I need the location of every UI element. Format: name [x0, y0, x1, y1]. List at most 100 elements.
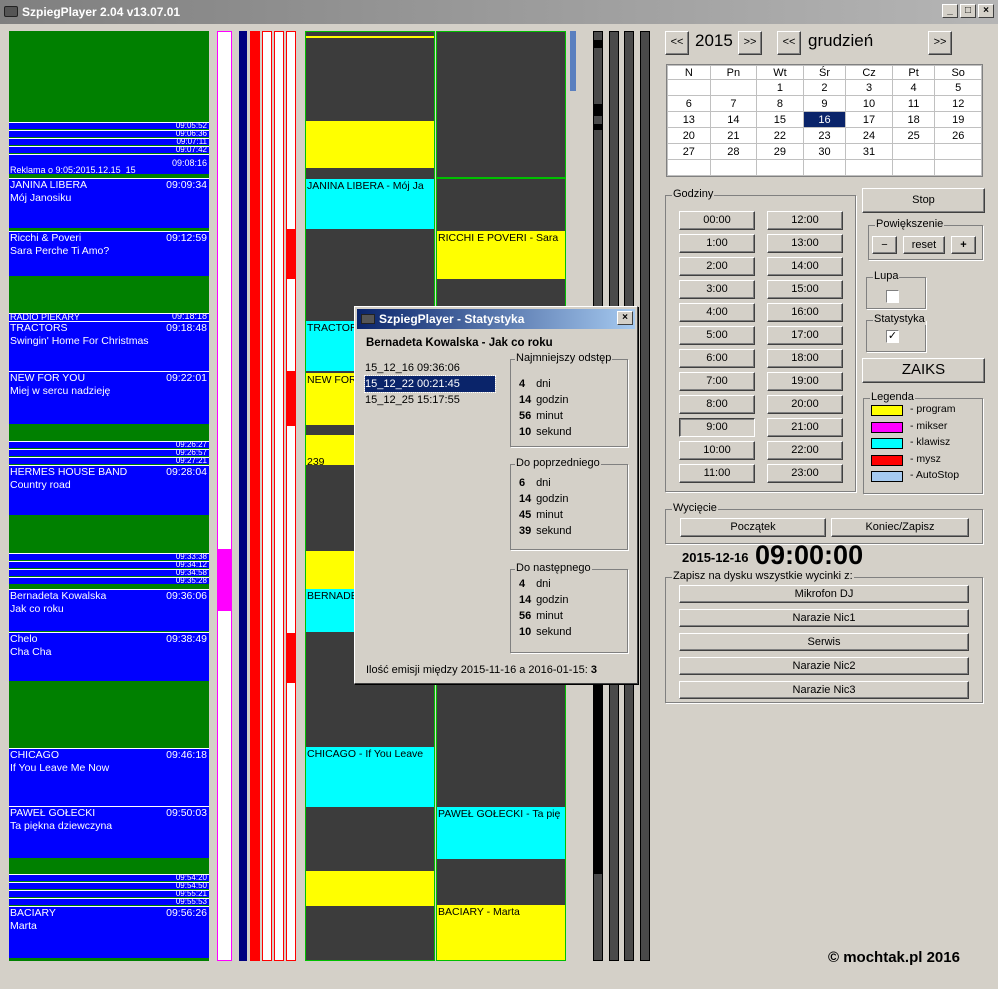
- calendar-day[interactable]: 25: [891, 127, 936, 144]
- calendar-day[interactable]: 29: [756, 143, 804, 160]
- keyboard-segment[interactable]: JANINA LIBERA - Mój Ja: [306, 179, 434, 229]
- prev-year-button[interactable]: <<: [665, 31, 689, 55]
- hour-button[interactable]: 14:00: [767, 257, 843, 276]
- statystyka-checkbox[interactable]: ✓: [886, 330, 899, 343]
- hour-button[interactable]: 8:00: [679, 395, 755, 414]
- hour-button[interactable]: 4:00: [679, 303, 755, 322]
- playlist-thin-row[interactable]: 09:34:58: [9, 569, 209, 576]
- playlist-item[interactable]: Ricchi & Poveri Sara Perche Ti Amo? 09:1…: [9, 231, 209, 276]
- playlist-item[interactable]: PAWEŁ GOŁECKI Ta piękna dziewczyna 09:50…: [9, 806, 209, 858]
- hour-button[interactable]: 11:00: [679, 464, 755, 483]
- calendar-day[interactable]: 18: [891, 111, 936, 128]
- calendar-day[interactable]: 22: [756, 127, 804, 144]
- hour-button[interactable]: 1:00: [679, 234, 755, 253]
- calendar-day[interactable]: 13: [667, 111, 711, 128]
- zaiks-button[interactable]: ZAIKS: [862, 358, 985, 383]
- program-segment[interactable]: RICCHI E POVERI - Sara: [437, 231, 565, 279]
- program-segment[interactable]: BACIARY - Marta: [437, 905, 565, 960]
- calendar-day[interactable]: 21: [709, 127, 758, 144]
- next-year-button[interactable]: >>: [738, 31, 762, 55]
- hour-button[interactable]: 22:00: [767, 441, 843, 460]
- save-source-button[interactable]: Mikrofon DJ: [679, 585, 969, 603]
- playlist-thin-row[interactable]: 09:07:11: [9, 138, 209, 145]
- stats-date-list[interactable]: 15_12_16 09:36:06 15_12_22 00:21:45 15_1…: [364, 360, 496, 408]
- prev-month-button[interactable]: <<: [777, 31, 801, 55]
- playlist-thin-row[interactable]: 09:55:53: [9, 898, 209, 905]
- hour-button[interactable]: 18:00: [767, 349, 843, 368]
- playlist-thin-row[interactable]: 09:33:38: [9, 553, 209, 560]
- playlist-thin-row[interactable]: 09:26:57: [9, 449, 209, 456]
- hour-button[interactable]: 6:00: [679, 349, 755, 368]
- cut-end-button[interactable]: Koniec/Zapisz: [831, 518, 969, 537]
- calendar-day[interactable]: 1: [756, 79, 804, 96]
- calendar-day[interactable]: 20: [667, 127, 711, 144]
- zoom-reset-button[interactable]: reset: [903, 236, 945, 254]
- zoom-in-button[interactable]: +: [951, 236, 976, 254]
- calendar-day[interactable]: 26: [934, 127, 982, 144]
- playlist-item[interactable]: TRACTORS Swingin' Home For Christmas 09:…: [9, 321, 209, 371]
- minimize-button[interactable]: _: [942, 4, 958, 18]
- calendar-day[interactable]: 8: [756, 95, 804, 112]
- calendar-day[interactable]: 16: [802, 111, 847, 128]
- scroll-indicator[interactable]: [570, 31, 576, 91]
- stats-date-item-selected[interactable]: 15_12_22 00:21:45: [364, 375, 496, 393]
- hour-button[interactable]: 20:00: [767, 395, 843, 414]
- hour-button[interactable]: 9:00: [679, 418, 755, 437]
- calendar-day[interactable]: 7: [709, 95, 758, 112]
- stats-close-button[interactable]: ×: [617, 311, 633, 325]
- playlist-thin-row[interactable]: 09:55:21: [9, 890, 209, 897]
- cut-start-button[interactable]: Początek: [680, 518, 826, 537]
- hour-button[interactable]: 5:00: [679, 326, 755, 345]
- calendar-day[interactable]: 6: [667, 95, 711, 112]
- hour-button[interactable]: 13:00: [767, 234, 843, 253]
- lupa-checkbox[interactable]: [886, 290, 899, 303]
- calendar-day[interactable]: 15: [756, 111, 804, 128]
- hour-button[interactable]: 00:00: [679, 211, 755, 230]
- stop-button[interactable]: Stop: [862, 188, 985, 213]
- hour-button[interactable]: 16:00: [767, 303, 843, 322]
- save-source-button[interactable]: Narazie Nic1: [679, 609, 969, 627]
- calendar-day[interactable]: 14: [709, 111, 758, 128]
- next-month-button[interactable]: >>: [928, 31, 952, 55]
- calendar-day[interactable]: 30: [802, 143, 847, 160]
- playlist-thin-row[interactable]: Reklama o 9:05:2015.12.15_15 09:08:16: [9, 154, 209, 174]
- hour-button[interactable]: 19:00: [767, 372, 843, 391]
- close-button[interactable]: ×: [978, 4, 994, 18]
- playlist-thin-row[interactable]: 09:27:21: [9, 457, 209, 464]
- hour-button[interactable]: 2:00: [679, 257, 755, 276]
- keyboard-segment[interactable]: PAWEŁ GOŁECKI - Ta pię: [437, 807, 565, 859]
- playlist-thin-row[interactable]: 09:07:42: [9, 146, 209, 153]
- calendar-day[interactable]: 9: [802, 95, 847, 112]
- calendar-grid[interactable]: N Pn Wt Śr Cz Pt So 1 2 3 4 5 6 7 8 9 10 11 12 13 14 1…: [666, 64, 983, 177]
- window-titlebar[interactable]: SzpiegPlayer 2.04 v13.07.01 _ □ ×: [0, 0, 998, 24]
- calendar-day[interactable]: 2: [802, 79, 847, 96]
- hour-button[interactable]: 10:00: [679, 441, 755, 460]
- stats-dialog[interactable]: SzpiegPlayer - Statystyka × Bernadeta Ko…: [354, 306, 638, 684]
- calendar-day[interactable]: 5: [934, 79, 982, 96]
- save-source-button[interactable]: Narazie Nic3: [679, 681, 969, 699]
- calendar-day[interactable]: 3: [845, 79, 893, 96]
- stats-date-item[interactable]: 15_12_25 15:17:55: [365, 392, 495, 408]
- hour-button[interactable]: 17:00: [767, 326, 843, 345]
- playlist-item[interactable]: JANINA LIBERA Mój Janosiku 09:09:34: [9, 178, 209, 228]
- playlist-item[interactable]: Bernadeta Kowalska Jak co roku 09:36:06: [9, 589, 209, 631]
- playlist-thin-row[interactable]: 09:35:28: [9, 577, 209, 584]
- playlist-thin-row[interactable]: 09:34:12: [9, 561, 209, 568]
- hour-button[interactable]: 21:00: [767, 418, 843, 437]
- playlist-thin-row[interactable]: 09:05:52: [9, 122, 209, 129]
- playlist-item[interactable]: CHICAGO If You Leave Me Now 09:46:18: [9, 748, 209, 806]
- hour-button[interactable]: 7:00: [679, 372, 755, 391]
- playlist-thin-row[interactable]: 09:54:20: [9, 874, 209, 881]
- playlist-thin-row[interactable]: 09:54:50: [9, 882, 209, 889]
- calendar-day[interactable]: 24: [845, 127, 893, 144]
- stats-date-item[interactable]: 15_12_16 09:36:06: [365, 360, 495, 376]
- hour-button[interactable]: 15:00: [767, 280, 843, 299]
- stats-dialog-titlebar[interactable]: SzpiegPlayer - Statystyka ×: [357, 309, 635, 329]
- keyboard-segment[interactable]: CHICAGO - If You Leave: [306, 747, 434, 807]
- maximize-button[interactable]: □: [960, 4, 976, 18]
- calendar-day[interactable]: 10: [845, 95, 893, 112]
- calendar-day[interactable]: 31: [845, 143, 893, 160]
- playlist-thin-row[interactable]: 09:26:27: [9, 441, 209, 448]
- calendar-day[interactable]: 23: [802, 127, 847, 144]
- playlist-item[interactable]: HERMES HOUSE BAND Country road 09:28:04: [9, 465, 209, 515]
